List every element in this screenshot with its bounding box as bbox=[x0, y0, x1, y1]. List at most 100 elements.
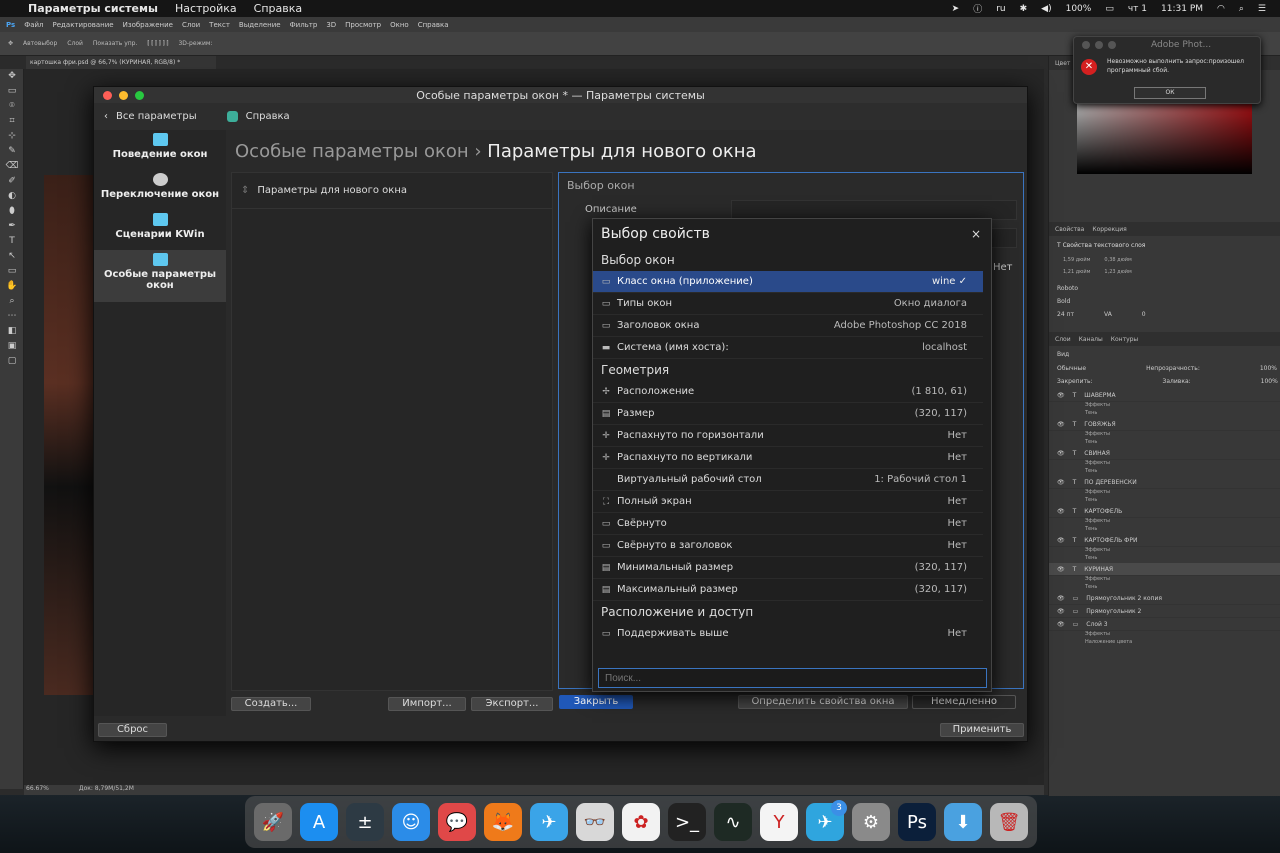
property-row[interactable]: ▭ Класс окна (приложение) wine ✓ bbox=[593, 271, 983, 293]
autoselect-checkbox[interactable]: Автовыбор bbox=[23, 40, 57, 47]
tab-adjustments[interactable]: Коррекция bbox=[1092, 226, 1126, 233]
telegram-icon[interactable]: ✈ 3 bbox=[806, 800, 847, 841]
property-row[interactable]: ⛶ Полный экран Нет bbox=[593, 491, 983, 513]
tab-layers[interactable]: Слои bbox=[1055, 336, 1071, 343]
zoom-dot-icon[interactable] bbox=[1108, 41, 1116, 49]
trash-icon[interactable]: 🗑 bbox=[990, 803, 1028, 841]
system-preferences-icon[interactable]: ⚙ bbox=[852, 803, 890, 841]
eye-icon[interactable]: 👁 bbox=[1057, 595, 1065, 602]
layer-row[interactable]: 👁 T КАРТОФЕЛЬ bbox=[1049, 505, 1280, 518]
apply-button[interactable]: Применить bbox=[940, 723, 1024, 737]
ps-menu-item[interactable]: Файл bbox=[24, 21, 43, 29]
eye-icon[interactable]: 👁 bbox=[1057, 479, 1065, 486]
property-row[interactable]: ▭ Свёрнуто Нет bbox=[593, 513, 983, 535]
rule-item[interactable]: ⇕ Параметры для нового окна bbox=[232, 173, 552, 209]
tool-icon[interactable]: ↖ bbox=[0, 249, 24, 264]
x-field[interactable]: 1,21 дюйм bbox=[1063, 269, 1090, 275]
tool-icon[interactable]: ◧ bbox=[0, 324, 24, 339]
activity-monitor-icon[interactable]: ∿ bbox=[714, 803, 752, 841]
close-dot-icon[interactable] bbox=[1082, 41, 1090, 49]
close-window-icon[interactable] bbox=[103, 90, 112, 100]
yandex-browser-icon[interactable]: Y bbox=[760, 803, 798, 841]
sidebar-item-kwin-scripts[interactable]: Сценарии KWin bbox=[94, 210, 226, 250]
create-button[interactable]: Создать... bbox=[231, 697, 311, 711]
input-language[interactable]: ru bbox=[996, 4, 1005, 14]
sidebar-item-window-rules[interactable]: Особые параметры окон bbox=[94, 250, 226, 302]
tool-icon[interactable]: ⊹ bbox=[0, 129, 24, 144]
wifi-icon[interactable]: ◠ bbox=[1217, 4, 1225, 14]
maximize-window-icon[interactable] bbox=[135, 90, 144, 100]
property-row[interactable]: Виртуальный рабочий стол 1: Рабочий стол … bbox=[593, 469, 983, 491]
font-style-select[interactable]: Bold bbox=[1049, 292, 1280, 305]
detect-window-button[interactable]: Определить свойства окна bbox=[738, 695, 908, 709]
color-tab-label[interactable]: Цвет bbox=[1055, 60, 1070, 67]
export-button[interactable]: Экспорт... bbox=[471, 697, 553, 711]
volume-icon[interactable]: ◀) bbox=[1041, 4, 1051, 14]
document-tab[interactable]: картошка фри.psd @ 66,7% (КУРИНАЯ, RGB/8… bbox=[26, 56, 216, 69]
tool-icon[interactable]: ▭ bbox=[0, 84, 24, 99]
tool-icon[interactable]: ✒ bbox=[0, 219, 24, 234]
move-tool-icon[interactable]: ✥ bbox=[8, 40, 13, 47]
battery-icon[interactable]: ▭ bbox=[1105, 4, 1114, 14]
sidebar-item-task-switcher[interactable]: Переключение окон bbox=[94, 170, 226, 210]
control-center-icon[interactable]: ☰ bbox=[1258, 4, 1266, 14]
ps-menu-item[interactable]: Фильтр bbox=[290, 21, 318, 29]
tool-icon[interactable]: ⌗ bbox=[0, 114, 24, 129]
firefox-icon[interactable]: 🦊 bbox=[484, 803, 522, 841]
layer-select[interactable]: Слой bbox=[67, 40, 83, 47]
description-field[interactable] bbox=[731, 200, 1017, 220]
help-icon[interactable] bbox=[226, 111, 238, 122]
eye-icon[interactable]: 👁 bbox=[1057, 508, 1065, 515]
tool-icon[interactable]: ⌾ bbox=[0, 99, 24, 114]
tab-properties[interactable]: Свойства bbox=[1055, 226, 1084, 233]
back-icon[interactable]: ‹ bbox=[104, 111, 108, 122]
tool-icon[interactable]: ◐ bbox=[0, 189, 24, 204]
menubar-time[interactable]: 11:31 PM bbox=[1161, 4, 1203, 14]
menubar-item-settings[interactable]: Настройка bbox=[175, 2, 237, 15]
menubar-date[interactable]: чт 1 bbox=[1128, 4, 1147, 14]
photos-icon[interactable]: ✿ bbox=[622, 803, 660, 841]
ps-menu-item[interactable]: 3D bbox=[326, 21, 336, 29]
tab-paths[interactable]: Контуры bbox=[1111, 336, 1138, 343]
property-row[interactable]: ✛ Распахнуто по горизонтали Нет bbox=[593, 425, 983, 447]
reset-button[interactable]: Сброс bbox=[98, 723, 167, 737]
property-row[interactable]: ▤ Минимальный размер (320, 117) bbox=[593, 557, 983, 579]
eye-icon[interactable]: 👁 bbox=[1057, 566, 1065, 573]
bluetooth-icon[interactable]: ✱ bbox=[1020, 4, 1028, 14]
close-icon[interactable]: × bbox=[971, 227, 981, 241]
layer-row[interactable]: 👁 ▭ Прямоугольник 2 копия bbox=[1049, 592, 1280, 605]
search-input[interactable] bbox=[598, 668, 987, 688]
tool-icon[interactable]: T bbox=[0, 234, 24, 249]
property-row[interactable]: ▤ Размер (320, 117) bbox=[593, 403, 983, 425]
layer-kind-filter[interactable]: Вид bbox=[1049, 346, 1280, 363]
eye-icon[interactable]: 👁 bbox=[1057, 450, 1065, 457]
show-controls-checkbox[interactable]: Показать упр. bbox=[93, 40, 137, 47]
ps-menu-item[interactable]: Текст bbox=[209, 21, 230, 29]
downloads-icon[interactable]: ⬇ bbox=[944, 803, 982, 841]
photoshop-icon[interactable]: Ps bbox=[898, 803, 936, 841]
menubar-app-name[interactable]: Параметры системы bbox=[28, 2, 158, 15]
property-row[interactable]: ✛ Распахнуто по вертикали Нет bbox=[593, 447, 983, 469]
layer-row[interactable]: 👁 T КАРТОФЕЛЬ ФРИ bbox=[1049, 534, 1280, 547]
ps-menu-item[interactable]: Изображение bbox=[123, 21, 173, 29]
minimize-window-icon[interactable] bbox=[119, 90, 128, 100]
ps-menu-item[interactable]: Выделение bbox=[239, 21, 281, 29]
layer-row[interactable]: 👁 T ГОВЯЖЬЯ bbox=[1049, 418, 1280, 431]
terminal-icon[interactable]: >_ bbox=[668, 803, 706, 841]
property-row[interactable]: ▭ Поддерживать выше Нет bbox=[593, 623, 983, 641]
property-row[interactable]: ✢ Расположение (1 810, 61) bbox=[593, 381, 983, 403]
tool-icon[interactable]: ⬮ bbox=[0, 204, 24, 219]
property-row[interactable]: ▭ Заголовок окна Adobe Photoshop CC 2018 bbox=[593, 315, 983, 337]
font-family-select[interactable]: Roboto bbox=[1049, 279, 1280, 292]
finder-icon[interactable]: ☺ bbox=[392, 803, 430, 841]
ok-button[interactable]: ОК bbox=[1134, 87, 1206, 99]
help-link[interactable]: Справка bbox=[246, 111, 290, 122]
ps-menu-item[interactable]: Справка bbox=[418, 21, 449, 29]
property-row[interactable]: ▭ Свёрнуто в заголовок Нет bbox=[593, 535, 983, 557]
eye-icon[interactable]: 👁 bbox=[1057, 421, 1065, 428]
tracking-select[interactable]: 0 bbox=[1142, 311, 1146, 318]
property-row[interactable]: ▭ Типы окон Окно диалога bbox=[593, 293, 983, 315]
eye-icon[interactable]: 👁 bbox=[1057, 392, 1065, 399]
layer-row[interactable]: 👁 ▭ Прямоугольник 2 bbox=[1049, 605, 1280, 618]
drag-handle-icon[interactable]: ⇕ bbox=[241, 185, 249, 196]
